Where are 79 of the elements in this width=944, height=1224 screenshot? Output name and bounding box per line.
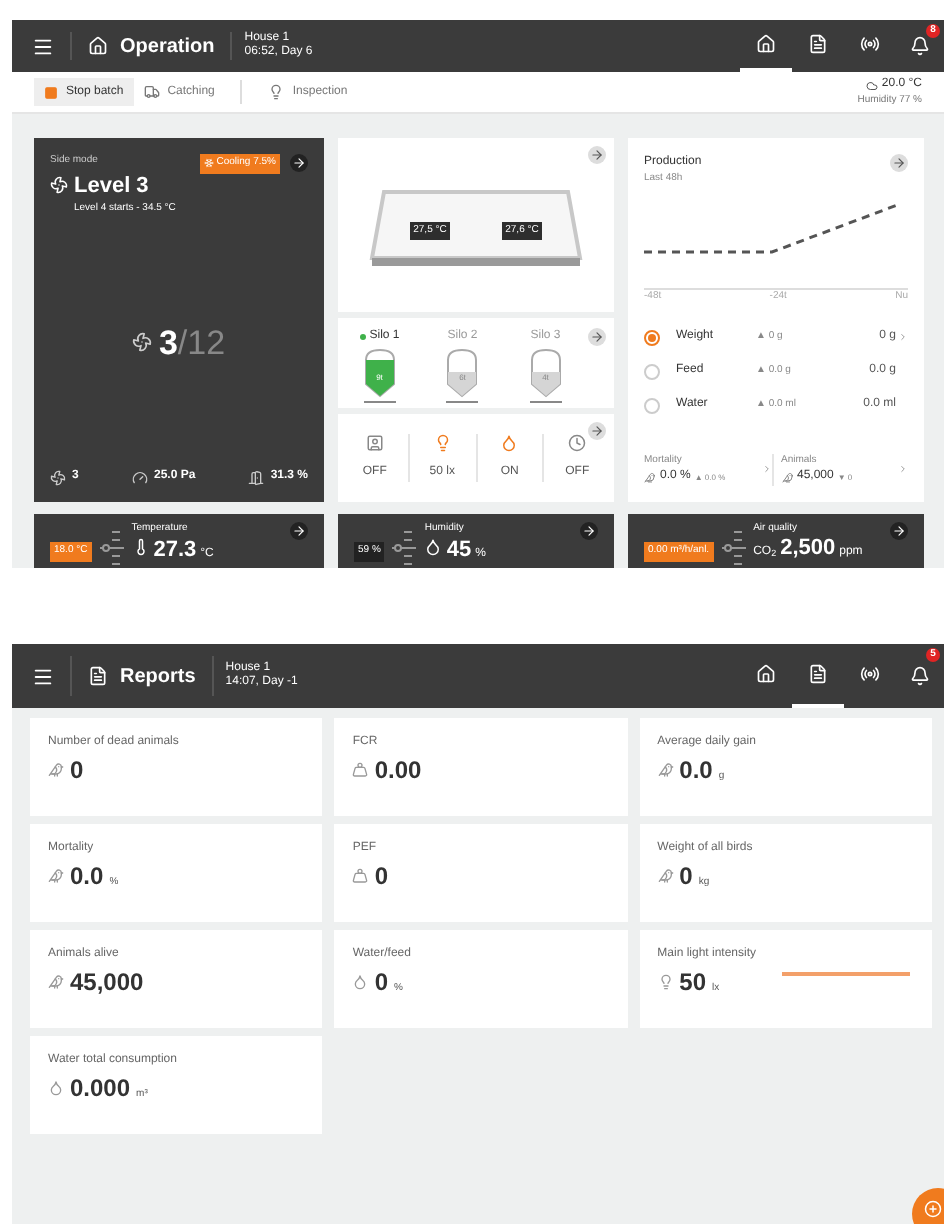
bird-icon — [657, 868, 674, 884]
menu-icon — [32, 35, 54, 57]
radio-icon — [860, 664, 880, 684]
plus-icon — [924, 1200, 942, 1218]
open-button[interactable] — [290, 154, 308, 173]
bird-icon — [48, 762, 64, 778]
arrow-icon — [590, 424, 604, 438]
open-button[interactable] — [580, 522, 598, 540]
radio-button[interactable] — [644, 363, 660, 379]
radio-button[interactable] — [644, 397, 660, 413]
page-title: Operation — [120, 33, 215, 61]
droplet-icon — [352, 974, 369, 990]
arrow-icon — [292, 524, 306, 538]
gauge-icon — [131, 469, 148, 485]
radio-icon — [860, 34, 880, 54]
chevron-icon — [898, 332, 908, 342]
menu-icon — [32, 665, 54, 687]
droplet-icon — [424, 537, 443, 555]
open-button[interactable] — [290, 522, 308, 540]
open-button[interactable] — [890, 522, 908, 540]
house-icon — [756, 34, 776, 54]
report-icon — [808, 34, 828, 54]
fan-icon — [50, 176, 68, 195]
arrow-icon — [590, 148, 604, 162]
menu-button[interactable] — [32, 665, 54, 687]
thermometer-icon — [131, 537, 150, 555]
open-button[interactable] — [588, 146, 606, 164]
bird-icon — [657, 762, 674, 778]
report-value: 0 — [70, 754, 84, 788]
truck-icon — [143, 84, 160, 100]
fan-icon — [132, 332, 153, 353]
report-value: 0.0 — [679, 754, 713, 788]
bird-icon — [48, 868, 64, 884]
chevron-icon — [898, 464, 908, 475]
droplet-icon — [48, 1080, 64, 1096]
house-icon — [88, 36, 108, 56]
open-button[interactable] — [588, 422, 606, 440]
bird-icon — [48, 974, 64, 990]
arrow-icon — [892, 524, 906, 538]
arrow-icon — [590, 330, 604, 344]
open-button[interactable] — [890, 154, 908, 172]
open-button[interactable] — [588, 328, 606, 346]
climate-value: 27.3 — [153, 539, 197, 561]
report-icon — [88, 666, 108, 686]
trend-line — [781, 972, 910, 976]
radio-button[interactable] — [644, 329, 660, 345]
report-value: 0.000 — [70, 1072, 131, 1106]
chevron-icon — [761, 464, 771, 475]
weight-icon — [352, 868, 369, 884]
climate-value: 45 — [446, 539, 472, 561]
report-value: 45,000 — [70, 966, 144, 1000]
report-value: 0 — [374, 860, 389, 894]
report-value: 0.00 — [374, 754, 422, 788]
weather-icon — [865, 80, 878, 92]
report-value: 0.0 — [70, 860, 104, 894]
bell-icon — [910, 666, 930, 686]
arrow-icon — [892, 156, 906, 170]
arrow-icon — [582, 524, 596, 538]
bird-icon — [781, 471, 793, 483]
page-title: Reports — [120, 663, 196, 691]
weight-icon — [352, 762, 369, 778]
level-title: Level 3 — [74, 171, 149, 201]
fan-icon — [50, 469, 66, 485]
fan-count: 3/12 — [158, 325, 226, 360]
report-value: 0 — [679, 860, 693, 894]
report-value: 0 — [374, 966, 389, 1000]
stop-icon — [44, 85, 58, 99]
snowflake-icon — [204, 158, 215, 169]
climate-value: 2,500 — [780, 537, 836, 559]
bulb-icon — [268, 84, 285, 100]
bird-icon — [644, 471, 656, 483]
arrow-icon — [292, 156, 306, 171]
menu-button[interactable] — [32, 35, 54, 57]
house-icon — [756, 664, 776, 684]
bulb-icon — [657, 974, 674, 990]
bell-icon — [910, 36, 930, 56]
report-icon — [808, 664, 828, 684]
door-icon — [248, 469, 265, 485]
report-value: 50 — [679, 966, 707, 1000]
